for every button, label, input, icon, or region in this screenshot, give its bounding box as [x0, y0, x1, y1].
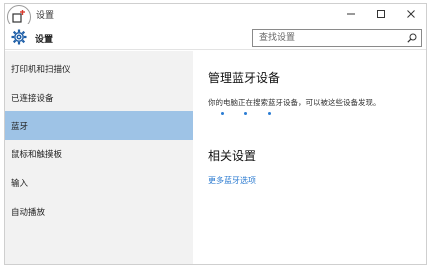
sidebar-item-mouse-touchpad[interactable]: 鼠标和触摸板: [5, 139, 193, 168]
close-button[interactable]: [396, 4, 426, 24]
settings-window: 设置 设置 查找设置 打印机和扫描仪 已连接设备 蓝牙 鼠标和触摸板 输入 自动…: [4, 3, 427, 265]
sidebar-item-connected-devices[interactable]: 已连接设备: [5, 83, 193, 112]
progress-dot: [244, 112, 247, 115]
page-title: 设置: [35, 35, 54, 45]
maximize-button[interactable]: [366, 4, 396, 24]
search-box[interactable]: [252, 29, 422, 47]
minimize-button[interactable]: [336, 4, 366, 24]
close-icon: [407, 10, 415, 18]
searching-progress-indicator: [221, 112, 281, 118]
main-content: 管理蓝牙设备 你的电脑正在搜索蓝牙设备，可以被这些设备发现。 相关设置 更多蓝牙…: [193, 51, 426, 264]
sidebar-item-label: 自动播放: [11, 208, 46, 218]
search-input[interactable]: [259, 31, 399, 45]
back-arrow-icon: [12, 10, 25, 23]
search-icon[interactable]: [407, 33, 417, 43]
sidebar-item-bluetooth[interactable]: 蓝牙: [5, 111, 193, 140]
window-controls: [336, 4, 426, 24]
sidebar-item-label: 输入: [11, 179, 29, 189]
window-title: 设置: [36, 11, 55, 21]
sidebar-item-label: 鼠标和触摸板: [11, 150, 63, 160]
sidebar-item-printers-scanners[interactable]: 打印机和扫描仪: [5, 54, 193, 83]
settings-header: 设置: [5, 24, 426, 50]
maximize-icon: [377, 10, 385, 18]
bluetooth-status-text: 你的电脑正在搜索蓝牙设备，可以被这些设备发现。: [208, 98, 381, 107]
sidebar-item-autoplay[interactable]: 自动播放: [5, 197, 193, 226]
sidebar-item-label: 已连接设备: [11, 94, 54, 104]
progress-dot: [221, 112, 224, 115]
sidebar-item-typing[interactable]: 输入: [5, 168, 193, 197]
progress-dot: [268, 112, 271, 115]
sidebar-item-label: 打印机和扫描仪: [11, 65, 71, 75]
more-bluetooth-options-link[interactable]: 更多蓝牙选项: [208, 175, 256, 186]
sidebar: 打印机和扫描仪 已连接设备 蓝牙 鼠标和触摸板 输入 自动播放: [5, 51, 193, 264]
related-settings-title: 相关设置: [208, 149, 257, 163]
sidebar-item-label: 蓝牙: [11, 122, 29, 132]
minimize-icon: [347, 13, 355, 15]
title-bar: 设置: [5, 4, 426, 29]
gear-icon: [11, 29, 27, 45]
manage-bluetooth-title: 管理蓝牙设备: [208, 71, 281, 85]
